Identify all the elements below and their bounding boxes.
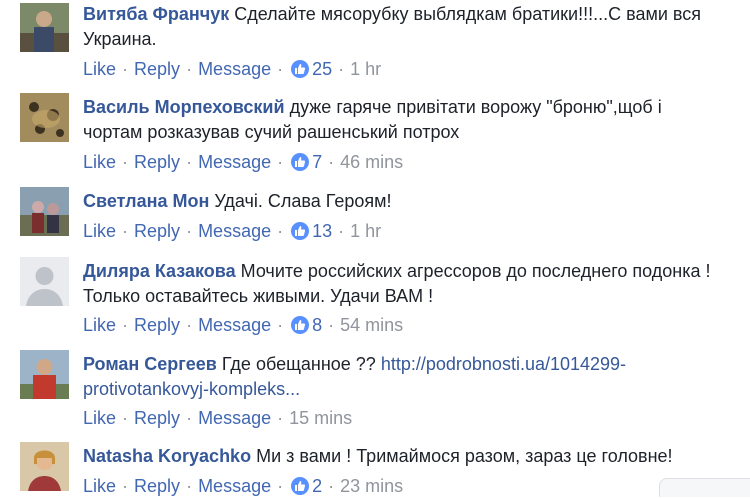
thumbs-up-icon[interactable] [291,316,310,334]
separator: · [277,59,284,79]
separator: · [338,221,345,241]
like-count[interactable]: 2 [312,476,322,496]
avatar[interactable] [20,442,69,491]
thumbs-up-icon[interactable] [291,222,310,240]
comment-text: Где обещанное ?? [221,354,376,374]
message-button[interactable]: Message [198,315,271,335]
thumbs-up-icon[interactable] [291,153,310,171]
separator: · [122,315,129,335]
reply-button[interactable]: Reply [134,476,180,496]
comment-text: Ми з вами ! Тримаймося разом, зараз це г… [256,446,673,466]
like-count[interactable]: 13 [312,221,332,241]
avatar[interactable] [20,93,69,142]
separator: · [338,59,345,79]
like-button[interactable]: Like [83,315,116,335]
separator: · [122,152,129,172]
comment-timestamp[interactable]: 54 mins [340,315,403,335]
reply-button[interactable]: Reply [134,221,180,241]
separator: · [277,476,284,496]
comment-author[interactable]: Диляра Казакова [83,261,236,281]
message-button[interactable]: Message [198,476,271,496]
like-button[interactable]: Like [83,152,116,172]
separator: · [186,152,193,172]
chat-tab[interactable] [659,478,750,497]
separator: · [186,221,193,241]
avatar[interactable] [20,257,69,306]
like-count[interactable]: 25 [312,59,332,79]
separator: · [328,315,335,335]
avatar[interactable] [20,350,69,399]
avatar[interactable] [20,3,69,52]
reply-button[interactable]: Reply [134,152,180,172]
comment-text: Удачі. Слава Героям! [214,191,392,211]
comment-body: Василь Морпеховский дуже гаряче привітат… [83,95,723,145]
comment-timestamp[interactable]: 1 hr [350,59,381,79]
separator: · [186,315,193,335]
comment-body: Диляра Казакова Мочите российских агресс… [83,259,723,309]
comment-timestamp[interactable]: 1 hr [350,221,381,241]
comment-actions: Like · Reply · Message · 7 · 46 mins [83,150,403,174]
comment-actions: Like · Reply · Message · 15 mins [83,406,352,430]
comment-author[interactable]: Василь Морпеховский [83,97,285,117]
message-button[interactable]: Message [198,221,271,241]
avatar[interactable] [20,187,69,236]
separator: · [186,476,193,496]
comment-actions: Like · Reply · Message · 8 · 54 mins [83,313,403,337]
separator: · [277,221,284,241]
comment-actions: Like · Reply · Message · 2 · 23 mins [83,474,403,498]
comment-body: Витяба Франчук Сделайте мясорубку выбляд… [83,2,723,52]
comment-body: Роман Сергеев Где обещанное ?? http://po… [83,352,723,402]
comment-actions: Like · Reply · Message · 13 · 1 hr [83,219,381,243]
like-button[interactable]: Like [83,59,116,79]
comment-timestamp[interactable]: 15 mins [289,408,352,428]
separator: · [122,476,129,496]
comment-author[interactable]: Светлана Мон [83,191,209,211]
comment-author[interactable]: Витяба Франчук [83,4,229,24]
comment-timestamp[interactable]: 23 mins [340,476,403,496]
comment-author[interactable]: Natasha Koryachko [83,446,251,466]
separator: · [122,408,129,428]
separator: · [122,59,129,79]
reply-button[interactable]: Reply [134,408,180,428]
separator: · [186,59,193,79]
thumbs-up-icon[interactable] [291,60,310,78]
reply-button[interactable]: Reply [134,315,180,335]
separator: · [328,476,335,496]
separator: · [277,152,284,172]
comment-author[interactable]: Роман Сергеев [83,354,217,374]
separator: · [277,408,284,428]
like-button[interactable]: Like [83,221,116,241]
comment-actions: Like · Reply · Message · 25 · 1 hr [83,57,381,81]
like-count[interactable]: 8 [312,315,322,335]
comment-body: Natasha Koryachko Ми з вами ! Тримаймося… [83,444,723,469]
message-button[interactable]: Message [198,59,271,79]
comment-timestamp[interactable]: 46 mins [340,152,403,172]
like-count[interactable]: 7 [312,152,322,172]
like-button[interactable]: Like [83,408,116,428]
separator: · [186,408,193,428]
message-button[interactable]: Message [198,152,271,172]
comment-body: Светлана Мон Удачі. Слава Героям! [83,189,723,214]
separator: · [328,152,335,172]
like-button[interactable]: Like [83,476,116,496]
separator: · [277,315,284,335]
separator: · [122,221,129,241]
message-button[interactable]: Message [198,408,271,428]
reply-button[interactable]: Reply [134,59,180,79]
thumbs-up-icon[interactable] [291,477,310,495]
